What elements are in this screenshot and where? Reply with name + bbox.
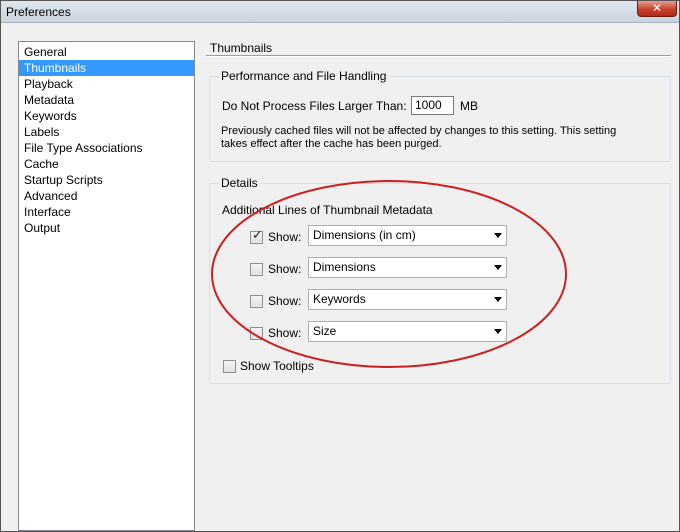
sidebar-item-startup-scripts[interactable]: Startup Scripts [19, 172, 194, 188]
performance-heading: Performance and File Handling [219, 69, 389, 83]
show-line-3-select[interactable]: Keywords [308, 289, 507, 310]
chevron-down-icon [494, 265, 502, 270]
show-line-1-label: Show: [268, 230, 302, 244]
show-line-4-checkbox[interactable] [250, 327, 263, 340]
checkmark-icon: ✓ [252, 228, 263, 243]
sidebar-item-output[interactable]: Output [19, 220, 194, 236]
category-items: General Thumbnails Playback Metadata Keyword… [19, 44, 194, 236]
file-size-unit: MB [460, 99, 478, 113]
sidebar-item-interface[interactable]: Interface [19, 204, 194, 220]
show-line-1-value: Dimensions (in cm) [313, 228, 416, 242]
show-line-2-value: Dimensions [313, 260, 376, 274]
show-line-4-select[interactable]: Size [308, 321, 507, 342]
show-tooltips-label: Show Tooltips [240, 359, 314, 373]
sidebar-item-file-type-associations[interactable]: File Type Associations [19, 140, 194, 156]
window-title: Preferences [6, 5, 71, 19]
show-line-3-checkbox[interactable] [250, 295, 263, 308]
sidebar-item-playback[interactable]: Playback [19, 76, 194, 92]
chevron-down-icon [494, 233, 502, 238]
metadata-lines-label: Additional Lines of Thumbnail Metadata [222, 203, 433, 217]
chevron-down-icon [494, 297, 502, 302]
sidebar-item-metadata[interactable]: Metadata [19, 92, 194, 108]
cache-note: Previously cached files will not be affe… [221, 125, 617, 150]
show-line-1-select[interactable]: Dimensions (in cm) [308, 225, 507, 246]
details-heading: Details [219, 176, 260, 190]
sidebar-item-thumbnails[interactable]: Thumbnails [19, 60, 194, 76]
sidebar-item-labels[interactable]: Labels [19, 124, 194, 140]
show-line-2-select[interactable]: Dimensions [308, 257, 507, 278]
file-size-limit-input[interactable]: 1000 [411, 96, 454, 115]
sidebar-item-keywords[interactable]: Keywords [19, 108, 194, 124]
show-line-4-label: Show: [268, 326, 302, 340]
show-tooltips-checkbox[interactable] [223, 360, 236, 373]
show-line-1-checkbox[interactable]: ✓ [250, 228, 263, 244]
show-line-3-label: Show: [268, 294, 302, 308]
preferences-window: Preferences ✕ General Thumbnails Playback M… [0, 0, 680, 532]
title-divider [206, 55, 671, 56]
chevron-down-icon [494, 329, 502, 334]
show-line-3-value: Keywords [313, 292, 366, 306]
page-title: Thumbnails [210, 41, 273, 55]
file-size-limit-label: Do Not Process Files Larger Than: [222, 99, 407, 113]
category-list[interactable]: General Thumbnails Playback Metadata Keyword… [18, 41, 195, 531]
show-line-2-checkbox[interactable] [250, 263, 263, 276]
sidebar-item-cache[interactable]: Cache [19, 156, 194, 172]
close-icon: ✕ [651, 1, 663, 15]
sidebar-item-advanced[interactable]: Advanced [19, 188, 194, 204]
sidebar-item-general[interactable]: General [19, 44, 194, 60]
show-line-4-value: Size [313, 324, 337, 338]
title-bar[interactable]: Preferences ✕ [1, 1, 679, 23]
close-button[interactable]: ✕ [637, 1, 677, 17]
show-line-2-label: Show: [268, 262, 302, 276]
